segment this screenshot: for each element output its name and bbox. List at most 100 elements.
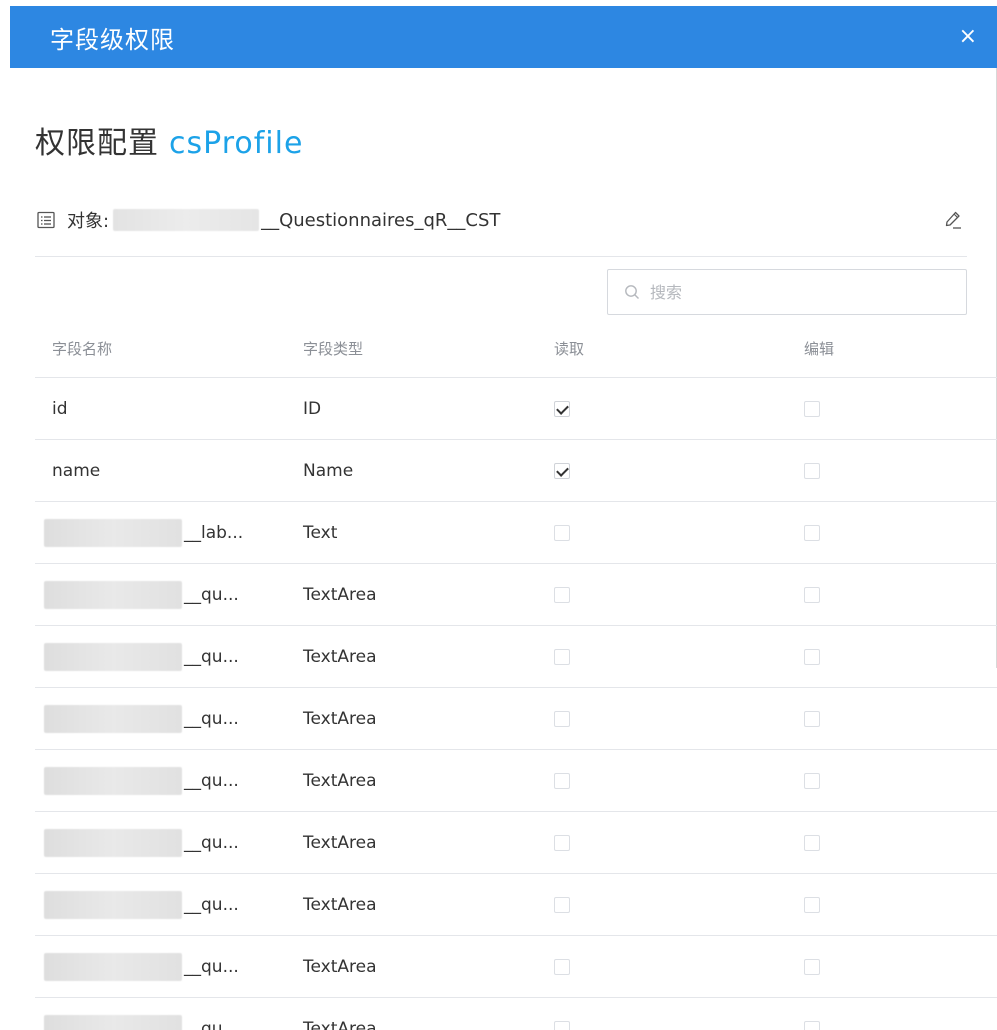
field-name-cell: __qu... xyxy=(35,687,286,750)
read-checkbox[interactable] xyxy=(554,462,570,479)
object-row: 对象: __Questionnaires_qR__CST xyxy=(35,202,967,257)
object-name-suffix: __Questionnaires_qR__CST xyxy=(261,209,501,231)
table-row: __qu... TextArea xyxy=(35,997,997,1030)
table-row: id ID xyxy=(35,377,997,440)
field-name: id xyxy=(52,398,68,419)
read-checkbox[interactable] xyxy=(554,648,570,665)
edit-cell xyxy=(787,997,997,1030)
redacted-field-name xyxy=(44,952,182,981)
page-title-prefix: 权限配置 xyxy=(35,126,159,161)
read-checkbox[interactable] xyxy=(554,586,570,603)
page-title: 权限配置 csProfile xyxy=(35,118,967,162)
edit-checkbox[interactable] xyxy=(804,772,820,789)
read-checkbox[interactable] xyxy=(554,400,570,417)
read-checkbox[interactable] xyxy=(554,834,570,851)
redacted-field-name xyxy=(44,704,182,733)
edit-cell xyxy=(787,625,997,688)
header-field-type: 字段类型 xyxy=(286,319,537,378)
field-type: TextArea xyxy=(286,935,537,998)
field-name-cell: __qu... xyxy=(35,625,286,688)
field-name-cell: name xyxy=(35,439,286,502)
header-read: 读取 xyxy=(537,319,787,378)
edit-cell xyxy=(787,811,997,874)
search-row xyxy=(35,269,967,315)
read-cell xyxy=(537,687,787,750)
field-name-wrap: __qu... xyxy=(44,890,285,919)
edit-cell xyxy=(787,749,997,812)
dialog-header: 字段级权限 × xyxy=(10,6,997,68)
object-label: 对象: xyxy=(67,211,110,232)
redacted-field-name xyxy=(44,828,182,857)
search-icon xyxy=(625,285,639,299)
redacted-field-name xyxy=(44,580,182,609)
search-box[interactable] xyxy=(607,269,967,315)
edit-checkbox[interactable] xyxy=(804,400,820,417)
read-checkbox[interactable] xyxy=(554,958,570,975)
field-name-wrap: __qu... xyxy=(44,952,285,981)
pencil-icon[interactable] xyxy=(943,210,963,230)
table-row: __qu... TextArea xyxy=(35,563,997,626)
read-checkbox[interactable] xyxy=(554,772,570,789)
field-type: TextArea xyxy=(286,749,537,812)
field-type: TextArea xyxy=(286,873,537,936)
field-name: __qu... xyxy=(184,1018,239,1030)
field-name-cell: __qu... xyxy=(35,811,286,874)
edit-checkbox[interactable] xyxy=(804,710,820,727)
redacted-field-name xyxy=(44,518,182,547)
field-name: __qu... xyxy=(184,832,239,853)
field-name-cell: __qu... xyxy=(35,749,286,812)
edit-checkbox[interactable] xyxy=(804,462,820,479)
field-name-cell: __qu... xyxy=(35,997,286,1030)
field-name-wrap: name xyxy=(52,461,285,481)
field-type: TextArea xyxy=(286,811,537,874)
field-name-cell: __qu... xyxy=(35,935,286,998)
profile-name: csProfile xyxy=(169,126,304,161)
field-name: __qu... xyxy=(184,894,239,915)
close-icon[interactable]: × xyxy=(959,26,977,48)
field-name: name xyxy=(52,460,101,481)
field-type: TextArea xyxy=(286,625,537,688)
field-name: __qu... xyxy=(184,956,239,977)
read-cell xyxy=(537,997,787,1030)
field-name-wrap: __qu... xyxy=(44,828,285,857)
edit-checkbox[interactable] xyxy=(804,1020,820,1030)
edit-checkbox[interactable] xyxy=(804,586,820,603)
edit-cell xyxy=(787,377,997,440)
read-cell xyxy=(537,749,787,812)
edit-cell xyxy=(787,439,997,502)
edit-cell xyxy=(787,935,997,998)
edit-checkbox[interactable] xyxy=(804,958,820,975)
dialog-title: 字段级权限 xyxy=(50,25,175,54)
header-edit: 编辑 xyxy=(787,319,997,378)
table-row: __qu... TextArea xyxy=(35,625,997,688)
read-checkbox[interactable] xyxy=(554,1020,570,1030)
field-name-wrap: __qu... xyxy=(44,704,285,733)
table-row: __qu... TextArea xyxy=(35,749,997,812)
field-name-wrap: __qu... xyxy=(44,580,285,609)
field-type: ID xyxy=(286,377,537,440)
field-type: Name xyxy=(286,439,537,502)
edit-checkbox[interactable] xyxy=(804,648,820,665)
redacted-field-name xyxy=(44,642,182,671)
table-row: __qu... TextArea xyxy=(35,935,997,998)
edit-checkbox[interactable] xyxy=(804,834,820,851)
dialog-body: 权限配置 csProfile 对象: __Questionnaires_qR__… xyxy=(10,118,997,1030)
search-input[interactable] xyxy=(648,281,932,303)
header-field-name: 字段名称 xyxy=(35,319,286,378)
read-checkbox[interactable] xyxy=(554,710,570,727)
table-row: name Name xyxy=(35,439,997,502)
edit-checkbox[interactable] xyxy=(804,524,820,541)
table-row: __qu... TextArea xyxy=(35,811,997,874)
read-cell xyxy=(537,563,787,626)
field-permission-dialog: 字段级权限 × 权限配置 csProfile 对象: __Questionnai… xyxy=(10,6,997,1030)
read-cell xyxy=(537,935,787,998)
edit-checkbox[interactable] xyxy=(804,896,820,913)
read-checkbox[interactable] xyxy=(554,896,570,913)
field-name: __qu... xyxy=(184,708,239,729)
field-name-wrap: __qu... xyxy=(44,642,285,671)
table-row: __lab... Text xyxy=(35,501,997,564)
field-name-wrap: __lab... xyxy=(44,518,285,547)
read-cell xyxy=(537,377,787,440)
read-cell xyxy=(537,439,787,502)
read-checkbox[interactable] xyxy=(554,524,570,541)
